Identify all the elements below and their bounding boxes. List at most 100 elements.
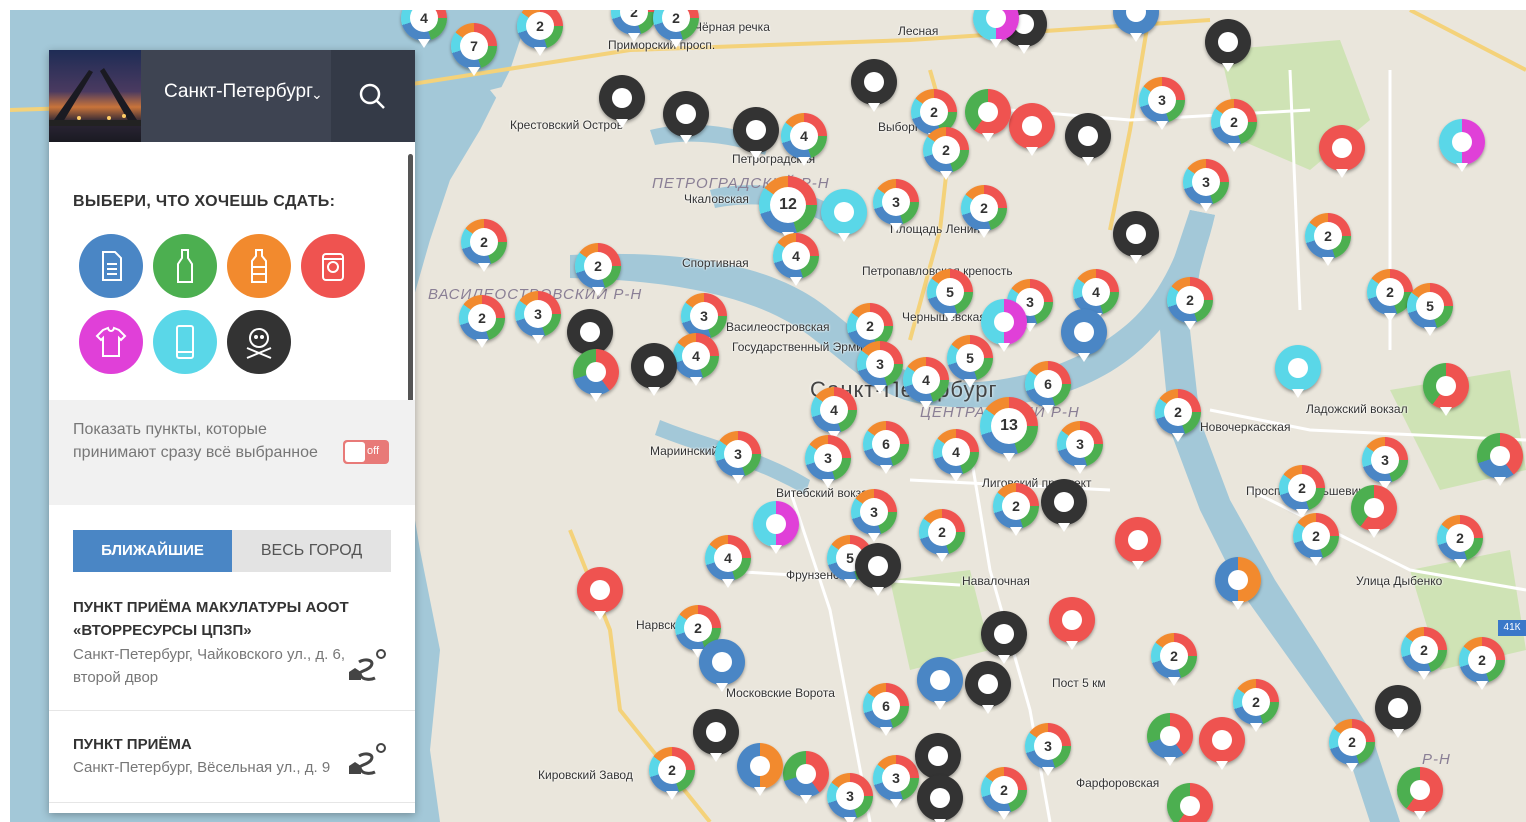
cluster-marker[interactable]: 2 bbox=[961, 185, 1007, 238]
cluster-marker[interactable]: 3 bbox=[1139, 77, 1185, 130]
cluster-marker[interactable]: 12 bbox=[759, 176, 817, 241]
cluster-marker[interactable]: 6 bbox=[863, 421, 909, 474]
point-marker[interactable] bbox=[1477, 433, 1523, 486]
point-marker[interactable] bbox=[1319, 125, 1365, 178]
point-marker[interactable] bbox=[1275, 345, 1321, 398]
cluster-marker[interactable]: 3 bbox=[1183, 159, 1229, 212]
point-marker[interactable] bbox=[1215, 557, 1261, 610]
point-marker[interactable] bbox=[915, 733, 961, 786]
cluster-marker[interactable]: 3 bbox=[1057, 421, 1103, 474]
point-marker[interactable] bbox=[663, 91, 709, 144]
cluster-marker[interactable]: 2 bbox=[1329, 719, 1375, 772]
cluster-marker[interactable]: 3 bbox=[851, 489, 897, 542]
category-clothes[interactable] bbox=[79, 310, 143, 374]
point-marker[interactable] bbox=[577, 567, 623, 620]
cluster-marker[interactable]: 2 bbox=[1437, 515, 1483, 568]
point-marker[interactable] bbox=[1041, 479, 1087, 532]
cluster-marker[interactable]: 7 bbox=[451, 23, 497, 76]
point-marker[interactable] bbox=[1375, 685, 1421, 738]
cluster-marker[interactable]: 2 bbox=[1367, 269, 1413, 322]
category-plastic[interactable] bbox=[227, 234, 291, 298]
point-marker[interactable] bbox=[1205, 19, 1251, 72]
cluster-marker[interactable]: 2 bbox=[1401, 627, 1447, 680]
point-marker[interactable] bbox=[1423, 363, 1469, 416]
cluster-marker[interactable]: 2 bbox=[575, 243, 621, 296]
cluster-marker[interactable]: 2 bbox=[1155, 389, 1201, 442]
point-marker[interactable] bbox=[693, 709, 739, 762]
point-marker[interactable] bbox=[965, 661, 1011, 714]
cluster-marker[interactable]: 2 bbox=[459, 295, 505, 348]
point-marker[interactable] bbox=[1009, 103, 1055, 156]
point-marker[interactable] bbox=[821, 189, 867, 242]
point-marker[interactable] bbox=[917, 657, 963, 710]
cluster-marker[interactable]: 5 bbox=[927, 269, 973, 322]
result-title[interactable]: ПУНКТ ПРИЁМА bbox=[73, 733, 373, 756]
point-marker[interactable] bbox=[753, 501, 799, 554]
cluster-marker[interactable]: 4 bbox=[1073, 269, 1119, 322]
cluster-marker[interactable]: 2 bbox=[1167, 277, 1213, 330]
filter-toggle[interactable]: off bbox=[343, 440, 389, 464]
point-marker[interactable] bbox=[1147, 713, 1193, 766]
point-marker[interactable] bbox=[573, 349, 619, 402]
category-hazardous[interactable] bbox=[227, 310, 291, 374]
cluster-marker[interactable]: 3 bbox=[1362, 437, 1408, 490]
point-marker[interactable] bbox=[1061, 309, 1107, 362]
cluster-marker[interactable]: 2 bbox=[981, 767, 1027, 820]
cluster-marker[interactable]: 2 bbox=[919, 509, 965, 562]
point-marker[interactable] bbox=[733, 107, 779, 160]
category-paper[interactable] bbox=[79, 234, 143, 298]
point-marker[interactable] bbox=[783, 751, 829, 804]
cluster-marker[interactable]: 6 bbox=[863, 683, 909, 736]
cluster-marker[interactable]: 2 bbox=[923, 127, 969, 180]
point-marker[interactable] bbox=[631, 343, 677, 396]
cluster-marker[interactable]: 3 bbox=[715, 431, 761, 484]
cluster-marker[interactable]: 2 bbox=[1305, 213, 1351, 266]
cluster-marker[interactable]: 2 bbox=[649, 747, 695, 800]
tab-whole-city[interactable]: ВЕСЬ ГОРОД bbox=[232, 530, 391, 572]
cluster-marker[interactable]: 2 bbox=[1293, 513, 1339, 566]
point-marker[interactable] bbox=[599, 75, 645, 128]
point-marker[interactable] bbox=[981, 299, 1027, 352]
cluster-marker[interactable]: 2 bbox=[1279, 465, 1325, 518]
category-glass[interactable] bbox=[153, 234, 217, 298]
cluster-marker[interactable]: 4 bbox=[673, 333, 719, 386]
cluster-marker[interactable]: 4 bbox=[933, 429, 979, 482]
point-marker[interactable] bbox=[699, 639, 745, 692]
route-icon[interactable] bbox=[341, 738, 391, 778]
category-electronics[interactable] bbox=[153, 310, 217, 374]
search-button[interactable] bbox=[331, 50, 415, 142]
point-marker[interactable] bbox=[567, 309, 613, 362]
cluster-marker[interactable]: 3 bbox=[827, 773, 873, 822]
point-marker[interactable] bbox=[1439, 119, 1485, 172]
city-selector[interactable]: Санкт-Петербург bbox=[164, 78, 314, 106]
point-marker[interactable] bbox=[1199, 717, 1245, 770]
point-marker[interactable] bbox=[1351, 485, 1397, 538]
point-marker[interactable] bbox=[981, 611, 1027, 664]
point-marker[interactable] bbox=[1065, 113, 1111, 166]
cluster-marker[interactable]: 3 bbox=[1025, 723, 1071, 776]
cluster-marker[interactable]: 2 bbox=[993, 483, 1039, 536]
point-marker[interactable] bbox=[737, 743, 783, 796]
cluster-marker[interactable]: 5 bbox=[1407, 283, 1453, 336]
cluster-marker[interactable]: 2 bbox=[1459, 637, 1505, 690]
chevron-down-icon[interactable]: ⌄ bbox=[311, 86, 323, 103]
cluster-marker[interactable]: 2 bbox=[1211, 99, 1257, 152]
category-metal[interactable] bbox=[301, 234, 365, 298]
tab-nearest[interactable]: БЛИЖАЙШИЕ bbox=[73, 530, 232, 572]
cluster-marker[interactable]: 3 bbox=[873, 179, 919, 232]
cluster-marker[interactable]: 2 bbox=[461, 219, 507, 272]
point-marker[interactable] bbox=[965, 89, 1011, 142]
point-marker[interactable] bbox=[1115, 517, 1161, 570]
cluster-marker[interactable]: 4 bbox=[781, 113, 827, 166]
point-marker[interactable] bbox=[917, 775, 963, 822]
cluster-marker[interactable]: 4 bbox=[811, 387, 857, 440]
cluster-marker[interactable]: 4 bbox=[773, 233, 819, 286]
point-marker[interactable] bbox=[1049, 597, 1095, 650]
point-marker[interactable] bbox=[1113, 211, 1159, 264]
result-title[interactable]: ПУНКТ ПРИЁМА МАКУЛАТУРЫ АООТ «ВТОРРЕСУРС… bbox=[73, 596, 373, 642]
cluster-marker[interactable]: 6 bbox=[1025, 361, 1071, 414]
cluster-marker[interactable]: 3 bbox=[857, 341, 903, 394]
cluster-marker[interactable]: 2 bbox=[1233, 679, 1279, 732]
point-marker[interactable] bbox=[1167, 783, 1213, 822]
cluster-marker[interactable]: 5 bbox=[947, 335, 993, 388]
